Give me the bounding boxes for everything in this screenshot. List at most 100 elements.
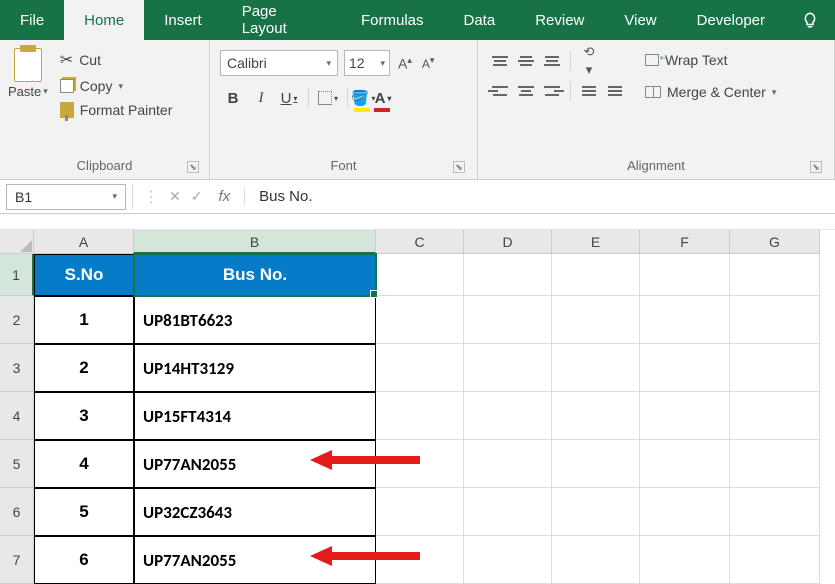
- font-name-select[interactable]: Calibri▾: [220, 50, 338, 76]
- cell-C5[interactable]: [376, 440, 464, 488]
- tab-insert[interactable]: Insert: [144, 0, 222, 40]
- cell-E2[interactable]: [552, 296, 640, 344]
- cell-G7[interactable]: [730, 536, 820, 584]
- format-painter-button[interactable]: Format Painter: [54, 100, 179, 120]
- cell-D5[interactable]: [464, 440, 552, 488]
- cell-E7[interactable]: [552, 536, 640, 584]
- decrease-indent-button[interactable]: [577, 80, 601, 102]
- cell-C2[interactable]: [376, 296, 464, 344]
- cell-B7[interactable]: UP77AN2055: [134, 536, 376, 584]
- row-header-1[interactable]: 1: [0, 254, 34, 296]
- cell-E1[interactable]: [552, 254, 640, 296]
- align-middle-button[interactable]: [514, 50, 538, 72]
- cancel-formula-button[interactable]: ✕: [169, 188, 181, 205]
- paste-button[interactable]: Paste▾: [8, 44, 54, 99]
- cell-F1[interactable]: [640, 254, 730, 296]
- merge-center-button[interactable]: Merge & Center▾: [639, 82, 782, 102]
- bold-button[interactable]: B: [220, 86, 246, 110]
- cell-G2[interactable]: [730, 296, 820, 344]
- tab-page-layout[interactable]: Page Layout: [222, 0, 341, 40]
- italic-button[interactable]: I: [248, 86, 274, 110]
- cell-D2[interactable]: [464, 296, 552, 344]
- col-header-E[interactable]: E: [552, 230, 640, 254]
- name-box[interactable]: B1▾: [6, 184, 126, 210]
- cell-D1[interactable]: [464, 254, 552, 296]
- dialog-launcher-icon[interactable]: ⬊: [453, 161, 465, 173]
- cell-A4[interactable]: 3: [34, 392, 134, 440]
- cell-F5[interactable]: [640, 440, 730, 488]
- cell-B4[interactable]: UP15FT4314: [134, 392, 376, 440]
- cell-C7[interactable]: [376, 536, 464, 584]
- copy-button[interactable]: Copy▾: [54, 76, 179, 96]
- row-header-4[interactable]: 4: [0, 392, 34, 440]
- cell-D7[interactable]: [464, 536, 552, 584]
- increase-font-button[interactable]: A▴: [396, 55, 414, 72]
- col-header-D[interactable]: D: [464, 230, 552, 254]
- cell-F2[interactable]: [640, 296, 730, 344]
- cell-G6[interactable]: [730, 488, 820, 536]
- col-header-B[interactable]: B: [134, 230, 376, 254]
- tab-view[interactable]: View: [604, 0, 676, 40]
- tab-review[interactable]: Review: [515, 0, 604, 40]
- font-size-select[interactable]: 12▾: [344, 50, 390, 76]
- cell-A2[interactable]: 1: [34, 296, 134, 344]
- align-right-button[interactable]: [540, 80, 564, 102]
- row-header-7[interactable]: 7: [0, 536, 34, 584]
- font-color-button[interactable]: A▾: [374, 86, 392, 110]
- cell-E5[interactable]: [552, 440, 640, 488]
- cell-E3[interactable]: [552, 344, 640, 392]
- col-header-G[interactable]: G: [730, 230, 820, 254]
- spreadsheet-grid[interactable]: A B C D E F G 1 S.No Bus No. 2 1 UP81BT6…: [0, 230, 835, 584]
- cell-B2[interactable]: UP81BT6623: [134, 296, 376, 344]
- cell-E6[interactable]: [552, 488, 640, 536]
- cell-C1[interactable]: [376, 254, 464, 296]
- row-header-3[interactable]: 3: [0, 344, 34, 392]
- align-bottom-button[interactable]: [540, 50, 564, 72]
- cut-button[interactable]: ✂Cut: [54, 48, 179, 72]
- row-header-2[interactable]: 2: [0, 296, 34, 344]
- tab-home[interactable]: Home: [64, 0, 144, 40]
- cell-G3[interactable]: [730, 344, 820, 392]
- fx-label[interactable]: fx: [212, 188, 244, 205]
- row-header-6[interactable]: 6: [0, 488, 34, 536]
- wrap-text-button[interactable]: Wrap Text: [639, 50, 782, 70]
- cell-E4[interactable]: [552, 392, 640, 440]
- row-header-5[interactable]: 5: [0, 440, 34, 488]
- underline-button[interactable]: U▾: [276, 86, 302, 110]
- align-center-button[interactable]: [514, 80, 538, 102]
- cell-A7[interactable]: 6: [34, 536, 134, 584]
- cell-C4[interactable]: [376, 392, 464, 440]
- cell-F6[interactable]: [640, 488, 730, 536]
- cell-D6[interactable]: [464, 488, 552, 536]
- cell-A5[interactable]: 4: [34, 440, 134, 488]
- cell-B5[interactable]: UP77AN2055: [134, 440, 376, 488]
- cell-B6[interactable]: UP32CZ3643: [134, 488, 376, 536]
- cell-G5[interactable]: [730, 440, 820, 488]
- col-header-A[interactable]: A: [34, 230, 134, 254]
- cell-A6[interactable]: 5: [34, 488, 134, 536]
- cell-A1[interactable]: S.No: [34, 254, 134, 296]
- select-all-corner[interactable]: [0, 230, 34, 254]
- orientation-button[interactable]: ⟲▾: [577, 50, 601, 72]
- tab-developer[interactable]: Developer: [677, 0, 785, 40]
- tab-data[interactable]: Data: [444, 0, 516, 40]
- tab-formulas[interactable]: Formulas: [341, 0, 444, 40]
- cell-F7[interactable]: [640, 536, 730, 584]
- fill-color-button[interactable]: 🪣▾: [354, 86, 372, 110]
- dialog-launcher-icon[interactable]: ⬊: [810, 161, 822, 173]
- col-header-F[interactable]: F: [640, 230, 730, 254]
- align-top-button[interactable]: [488, 50, 512, 72]
- dialog-launcher-icon[interactable]: ⬊: [187, 161, 199, 173]
- cell-A3[interactable]: 2: [34, 344, 134, 392]
- cell-F4[interactable]: [640, 392, 730, 440]
- cell-B1[interactable]: Bus No.: [134, 254, 376, 296]
- cell-C6[interactable]: [376, 488, 464, 536]
- cell-C3[interactable]: [376, 344, 464, 392]
- increase-indent-button[interactable]: [603, 80, 627, 102]
- accept-formula-button[interactable]: ✓: [191, 188, 203, 205]
- decrease-font-button[interactable]: A▾: [420, 55, 437, 71]
- cell-G1[interactable]: [730, 254, 820, 296]
- help-icon[interactable]: [785, 0, 835, 40]
- formula-input[interactable]: Bus No.: [244, 188, 835, 205]
- cell-D3[interactable]: [464, 344, 552, 392]
